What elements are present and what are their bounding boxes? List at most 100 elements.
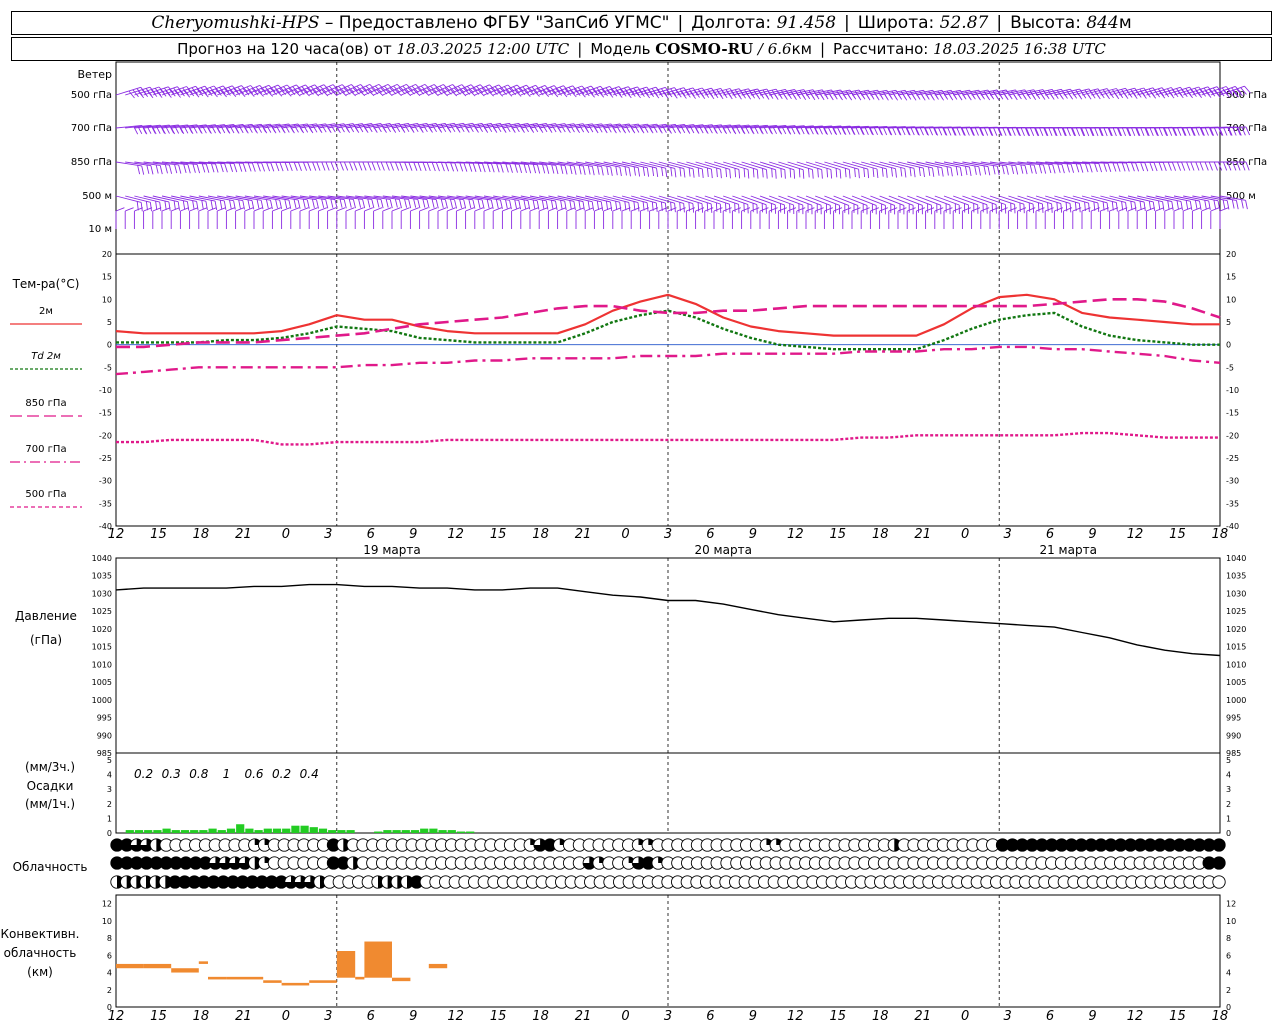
time-tick: 18 [532,1009,549,1024]
precip-tick-right: 5 [1226,756,1231,765]
wind-level-label-left: 850 гПа [71,157,112,168]
wind-barb [723,161,750,179]
precip-bar [456,831,466,833]
precip-bar [134,830,144,833]
wind-barb [824,161,851,179]
precip-bar [153,830,162,833]
wind-barb [851,161,879,179]
pressure-tick-left: 1035 [92,572,112,581]
precip-label: 0.6 [244,767,263,781]
precip-bar [291,825,300,833]
wind-barb [262,207,272,229]
time-tick: 12 [787,527,804,542]
wind-barb [989,207,999,229]
precip-tick-right: 2 [1226,800,1231,809]
time-tick: 12 [447,527,464,542]
pressure-tick-right: 1000 [1226,696,1246,705]
temp-legend-label: 850 гПа [25,398,66,409]
conv-bar [281,982,310,986]
conv-tick-right: 12 [1226,900,1236,909]
time-tick: 21 [575,1009,592,1024]
wind-barb [336,207,346,229]
wind-barb [695,195,722,214]
wind-barb [722,207,732,229]
wind-barb [639,207,649,229]
wind-barb [842,195,868,215]
pressure-tick-left: 1025 [92,607,112,616]
wind-barb [400,207,410,229]
time-tick: 6 [1046,527,1054,542]
conv-tick-left: 4 [107,969,112,978]
wind-barb [1017,195,1044,213]
wind-barb [741,207,751,229]
wind-barb [851,195,877,215]
wind-barb [741,195,767,214]
wind-barb [437,207,447,229]
precip-tick-right: 0 [1226,829,1231,838]
wind-barb [769,195,795,215]
time-tick: 9 [749,1009,757,1024]
wind-barb [253,207,263,229]
wind-barb [428,207,438,229]
pressure-tick-left: 1010 [92,660,112,669]
wind-barb [1136,207,1146,229]
precip-label: 0.2 [272,767,291,781]
cloud-title: Облачность [13,860,88,874]
pressure-tick-left: 1020 [92,625,112,634]
conv-tick-right: 10 [1226,917,1236,926]
time-tick: 9 [1088,527,1096,542]
conv-bar [171,968,199,973]
wind-barb [290,207,300,229]
date-label: 20 марта [694,543,751,557]
time-tick: 0 [621,1009,629,1024]
temp-legend-label: 700 гПа [25,444,66,455]
wind-barb [1164,207,1174,229]
conv-tick-right: 8 [1226,934,1231,943]
wind-barb [869,207,879,229]
conv-bar [428,963,448,969]
time-tick: 12 [1127,1009,1144,1024]
wind-barb [501,207,511,229]
temp-tick-left: -10 [99,386,112,395]
wind-barb [750,195,776,214]
temp-tick-right: -35 [1226,499,1239,508]
wind-barb [971,207,981,229]
time-tick: 18 [193,527,210,542]
precip-unit-1h: (мм/1ч.) [25,797,75,811]
wind-barb [916,195,942,215]
precip-bar [309,827,318,833]
wind-barb [952,207,962,229]
time-tick: 12 [1127,527,1144,542]
wind-barb [768,207,778,229]
wind-barb [814,207,824,229]
temp-tick-left: 0 [107,341,112,350]
time-tick: 0 [621,527,629,542]
time-tick: 6 [706,527,714,542]
wind-barb [483,207,493,229]
wind-barb [713,207,723,229]
temp-tick-left: 10 [102,295,112,304]
time-tick: 15 [830,1009,847,1024]
date-label: 21 марта [1039,543,1096,557]
wind-barb [198,207,208,229]
temp-tick-right: -5 [1226,363,1234,372]
precip-bar [383,830,392,833]
wind-barb [179,207,189,229]
wind-barb [1173,207,1183,229]
temp-tick-left: 20 [102,250,112,259]
wind-barb [980,207,990,229]
wind-barb [759,207,769,229]
conv-bar [116,963,144,969]
precip-label: 1 [223,767,231,781]
wind-barb [879,207,889,229]
time-tick: 6 [367,527,375,542]
temp-tick-left: 15 [102,273,112,282]
pressure-tick-left: 990 [97,731,112,740]
wind-barb [1008,195,1035,214]
pressure-tick-left: 995 [97,714,112,723]
precip-bar [392,830,401,833]
conv-tick-left: 12 [102,900,112,909]
conv-bar [198,961,208,964]
cloud-symbol-fill [1212,856,1226,870]
temp-tick-right: 10 [1226,295,1236,304]
